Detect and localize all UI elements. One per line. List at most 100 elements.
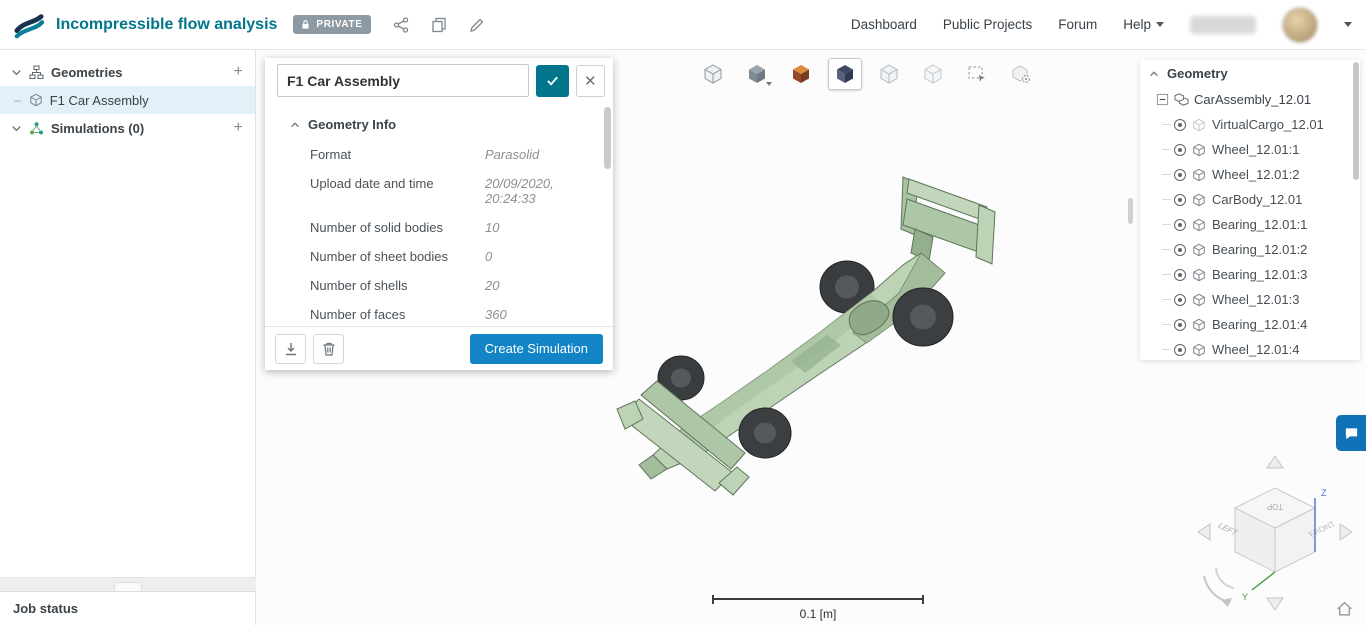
svg-text:Z: Z <box>1321 488 1327 498</box>
solid-color-cube-icon[interactable] <box>784 58 818 90</box>
chevron-down-icon <box>1156 22 1164 27</box>
private-badge[interactable]: PRIVATE <box>293 15 371 34</box>
geometry-info-section-header[interactable]: Geometry Info <box>265 103 613 140</box>
roll-cw-arrow-icon[interactable] <box>1216 568 1234 588</box>
visibility-eye-icon[interactable] <box>1174 294 1186 306</box>
nav-forum[interactable]: Forum <box>1058 17 1097 32</box>
top-bar: Incompressible flow analysis PRIVATE Das… <box>0 0 1366 50</box>
close-button[interactable]: ✕ <box>576 65 605 97</box>
visibility-eye-icon[interactable] <box>1174 194 1186 206</box>
tree-item-label: Wheel_12.01:1 <box>1212 142 1299 157</box>
nav-public-projects[interactable]: Public Projects <box>943 17 1032 32</box>
chevron-down-icon <box>766 82 772 86</box>
info-row-sheet-bodies: Number of sheet bodies 0 <box>265 242 613 271</box>
tree-header-geometry[interactable]: Geometry <box>1140 60 1360 87</box>
visibility-eye-icon[interactable] <box>1174 244 1186 256</box>
duplicate-icon[interactable] <box>431 17 447 33</box>
visibility-eye-icon[interactable] <box>1174 344 1186 356</box>
panel-scrollbar[interactable] <box>604 107 611 169</box>
tree-node-car-assembly[interactable]: CarAssembly_12.01 <box>1140 87 1360 112</box>
rotate-left-arrow-icon[interactable] <box>1198 524 1210 540</box>
tree-node-wheel-4[interactable]: Wheel_12.01:4 <box>1140 337 1360 360</box>
tree-scrollbar[interactable] <box>1353 62 1359 180</box>
add-simulation-button[interactable]: + <box>234 119 243 137</box>
roll-ccw-arrow-icon[interactable] <box>1204 576 1228 602</box>
rename-icon[interactable] <box>469 17 485 33</box>
cube-icon <box>1192 118 1206 132</box>
rotate-right-arrow-icon[interactable] <box>1340 524 1352 540</box>
cube-icon <box>1192 343 1206 357</box>
tree-node-wheel-3[interactable]: Wheel_12.01:3 <box>1140 287 1360 312</box>
delete-button[interactable] <box>313 334 344 364</box>
visibility-eye-icon[interactable] <box>1174 144 1186 156</box>
tree-item-label: Bearing_12.01:2 <box>1212 242 1307 257</box>
geometry-name-input[interactable] <box>277 64 529 97</box>
project-title: Incompressible flow analysis <box>56 16 277 34</box>
view-cube[interactable]: TOP LEFT FRONT <box>1216 488 1338 572</box>
sidebar-section-simulations[interactable]: Simulations (0) + <box>0 114 255 142</box>
user-menu-chevron-icon[interactable] <box>1344 22 1352 27</box>
info-row-solid-bodies: Number of solid bodies 10 <box>265 213 613 242</box>
select-face-cube-icon[interactable] <box>872 58 906 90</box>
tree-resize-handle[interactable] <box>1128 198 1133 224</box>
download-button[interactable] <box>275 334 306 364</box>
box-select-icon[interactable] <box>960 58 994 90</box>
select-volume-cube-icon[interactable] <box>828 58 862 90</box>
tree-item-label: Bearing_12.01:3 <box>1212 267 1307 282</box>
visibility-eye-icon[interactable] <box>1174 169 1186 181</box>
tree-node-bearing-3[interactable]: Bearing_12.01:3 <box>1140 262 1360 287</box>
tree-node-wheel-1[interactable]: Wheel_12.01:1 <box>1140 137 1360 162</box>
home-view-icon[interactable] <box>1338 603 1352 615</box>
hide-body-cube-icon[interactable] <box>916 58 950 90</box>
visibility-eye-icon[interactable] <box>1174 319 1186 331</box>
visibility-eye-icon[interactable] <box>1174 119 1186 131</box>
add-geometry-button[interactable]: + <box>234 63 243 81</box>
app-logo[interactable] <box>14 10 44 40</box>
tree-item-label: Wheel_12.01:3 <box>1212 292 1299 307</box>
share-icon[interactable] <box>393 17 409 33</box>
cube-icon <box>1192 293 1206 307</box>
geometry-tree-panel: Geometry CarAssembly_12.01 VirtualCargo_… <box>1140 60 1360 360</box>
nav-dashboard[interactable]: Dashboard <box>851 17 917 32</box>
simulations-icon <box>29 121 44 136</box>
chat-button[interactable] <box>1336 415 1366 451</box>
geometry-item-label: F1 Car Assembly <box>50 93 149 108</box>
scale-label: 0.1 [m] <box>712 607 924 621</box>
rotate-down-arrow-icon[interactable] <box>1267 598 1283 610</box>
sidebar-section-geometries[interactable]: Geometries + <box>0 58 255 86</box>
user-name-redacted <box>1190 16 1256 34</box>
tree-node-carbody[interactable]: CarBody_12.01 <box>1140 187 1360 212</box>
tree-node-bearing-4[interactable]: Bearing_12.01:4 <box>1140 312 1360 337</box>
cube-icon <box>1192 268 1206 282</box>
sidebar-item-f1-car-assembly[interactable]: – F1 Car Assembly <box>0 86 255 114</box>
f1-car-model[interactable] <box>615 165 1015 500</box>
chat-icon <box>1344 426 1359 441</box>
confirm-button[interactable] <box>536 65 568 97</box>
nav-help[interactable]: Help <box>1123 17 1164 32</box>
cube-settings-icon[interactable] <box>1004 58 1038 90</box>
geometries-icon <box>29 65 44 80</box>
view-mode-cube-icon[interactable] <box>740 58 774 90</box>
visibility-eye-icon[interactable] <box>1174 269 1186 281</box>
visibility-eye-icon[interactable] <box>1174 219 1186 231</box>
collapse-minus-icon[interactable] <box>1156 93 1169 106</box>
cube-icon <box>1192 168 1206 182</box>
viewport-toolbar <box>696 58 1038 90</box>
rotate-up-arrow-icon[interactable] <box>1267 456 1283 468</box>
avatar[interactable] <box>1282 7 1318 43</box>
tree-node-virtualcargo[interactable]: VirtualCargo_12.01 <box>1140 112 1360 137</box>
tree-item-label: Wheel_12.01:4 <box>1212 342 1299 357</box>
create-simulation-button[interactable]: Create Simulation <box>470 334 603 364</box>
job-status-bar[interactable]: Job status <box>0 591 256 625</box>
info-row-upload-date: Upload date and time 20/09/2020, 20:24:3… <box>265 169 613 213</box>
tree-node-bearing-2[interactable]: Bearing_12.01:2 <box>1140 237 1360 262</box>
tree-node-bearing-1[interactable]: Bearing_12.01:1 <box>1140 212 1360 237</box>
cube-icon <box>1192 218 1206 232</box>
cube-icon <box>1192 318 1206 332</box>
navigation-cube[interactable]: TOP LEFT FRONT Z Y <box>1190 450 1360 625</box>
top-nav: Dashboard Public Projects Forum Help <box>851 7 1352 43</box>
rear-wing <box>901 177 995 264</box>
tree-node-wheel-2[interactable]: Wheel_12.01:2 <box>1140 162 1360 187</box>
cube-icon <box>1192 243 1206 257</box>
fit-view-icon[interactable] <box>696 58 730 90</box>
